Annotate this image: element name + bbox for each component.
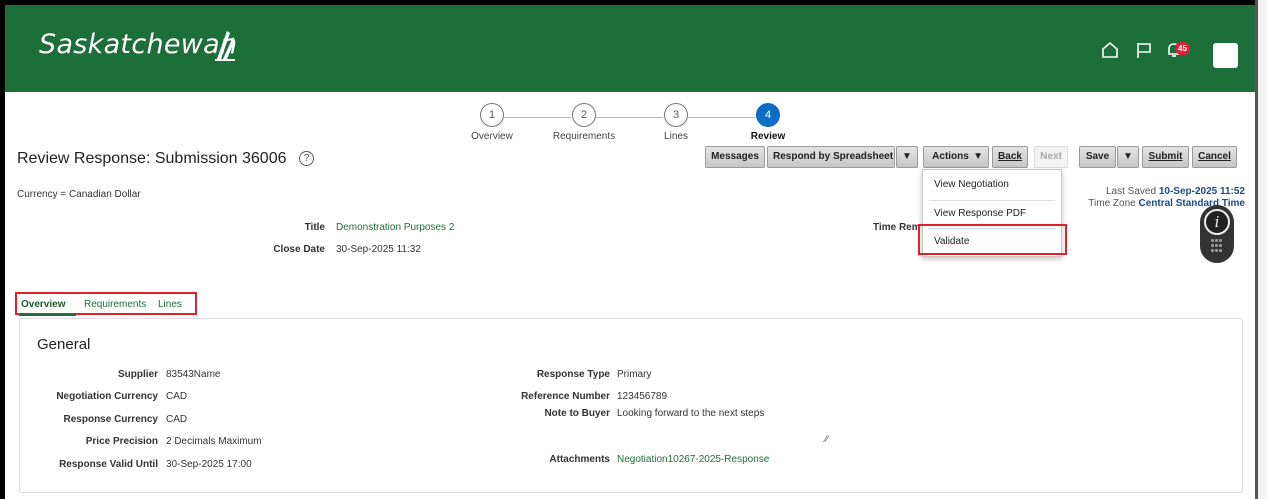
attachment-link[interactable]: Negotiation10267-2025-Response [617, 454, 769, 465]
train-step-4[interactable]: 4 [756, 103, 780, 127]
response-currency-value: CAD [166, 414, 188, 425]
save-button[interactable]: Save [1079, 146, 1116, 168]
response-type-label: Response Type [536, 369, 610, 380]
help-widget[interactable]: i [1200, 205, 1234, 263]
tab-overview[interactable]: Overview [21, 299, 65, 310]
train-step-2[interactable]: 2 [572, 103, 596, 127]
avatar[interactable] [1213, 43, 1238, 68]
tab-requirements[interactable]: Requirements [84, 299, 146, 310]
attachments-label: Attachments [549, 454, 610, 465]
train-step-label-lines[interactable]: Lines [664, 131, 688, 142]
train-connector [596, 117, 663, 118]
global-header: Saskatchewan 45 [5, 5, 1255, 92]
response-currency-label: Response Currency [63, 414, 158, 425]
highlight-box-validate [918, 224, 1067, 255]
time-zone-value: Central Standard Time [1138, 198, 1245, 209]
train-step-label-review: Review [750, 131, 786, 142]
flag-icon[interactable] [1135, 41, 1153, 59]
time-remaining-label: Time Rem [873, 222, 921, 233]
save-dropdown-arrow[interactable]: ▼ [1117, 146, 1139, 168]
notification-count-badge: 45 [1175, 42, 1190, 55]
active-tab-indicator [19, 314, 76, 316]
train-step-1[interactable]: 1 [480, 103, 504, 127]
general-heading: General [37, 336, 91, 353]
home-icon[interactable] [1101, 41, 1119, 59]
train-step-label-overview[interactable]: Overview [471, 131, 513, 142]
close-date-label: Close Date [273, 244, 325, 255]
last-saved-label: Last Saved [1106, 186, 1157, 197]
grid-dots-icon[interactable] [1211, 239, 1225, 255]
window-scrollbar[interactable] [1255, 0, 1267, 499]
spreadsheet-dropdown-arrow[interactable]: ▼ [896, 146, 918, 168]
negotiation-currency-label: Negotiation Currency [56, 391, 158, 402]
submit-button[interactable]: Submit [1142, 146, 1189, 168]
app-window: Saskatchewan 45 1 2 3 4 Overview Require… [5, 5, 1255, 499]
price-precision-value: 2 Decimals Maximum [166, 436, 262, 447]
title-label: Title [304, 222, 325, 233]
respond-by-spreadsheet-button[interactable]: Respond by Spreadsheet [767, 146, 895, 168]
reference-number-value: 123456789 [617, 391, 668, 402]
tab-lines[interactable]: Lines [158, 299, 182, 310]
close-date-value: 30-Sep-2025 11:32 [336, 244, 421, 255]
cancel-button[interactable]: Cancel [1192, 146, 1237, 168]
train-connector [688, 117, 755, 118]
info-icon[interactable]: i [1204, 209, 1230, 235]
reference-number-label: Reference Number [521, 391, 610, 402]
logo-wheat-icon [215, 31, 235, 61]
time-zone-label: Time Zone [1088, 198, 1136, 209]
price-precision-label: Price Precision [85, 436, 158, 447]
textarea-resize-handle[interactable]: ⁄⁄ [825, 434, 828, 444]
note-to-buyer-value[interactable]: Looking forward to the next steps [617, 408, 764, 419]
help-icon[interactable]: ? [299, 151, 314, 166]
logo-text: Saskatchewan [39, 29, 238, 60]
train-step-label-requirements[interactable]: Requirements [553, 131, 615, 142]
actions-button[interactable]: Actions ▼ [923, 146, 989, 168]
negotiation-currency-value: CAD [166, 391, 188, 402]
last-saved: Last Saved 10-Sep-2025 11:52 [1106, 186, 1245, 197]
response-valid-until-value: 30-Sep-2025 17:00 [166, 459, 252, 470]
response-valid-until-label: Response Valid Until [59, 459, 158, 470]
back-label: Back [998, 151, 1022, 162]
response-type-value: Primary [617, 369, 652, 380]
actions-label: Actions [932, 151, 969, 162]
menu-item-view-negotiation[interactable]: View Negotiation [923, 172, 1061, 198]
note-to-buyer-label: Note to Buyer [544, 408, 610, 419]
next-button[interactable]: Next [1034, 146, 1068, 168]
title-value[interactable]: Demonstration Purposes 2 [336, 222, 454, 233]
back-button[interactable]: Back [992, 146, 1028, 168]
messages-button[interactable]: Messages [705, 146, 765, 168]
supplier-label: Supplier [117, 369, 158, 380]
cancel-label: Cancel [1198, 151, 1231, 162]
last-saved-value: 10-Sep-2025 11:52 [1158, 186, 1245, 197]
submit-label: Submit [1148, 151, 1183, 162]
supplier-value: 83543Name [166, 369, 221, 380]
train-step-3[interactable]: 3 [664, 103, 688, 127]
page-title: Review Response: Submission 36006 [17, 150, 287, 167]
chevron-down-icon: ▼ [973, 151, 983, 162]
train-connector [504, 117, 571, 118]
currency-text: Currency = Canadian Dollar [17, 189, 141, 200]
